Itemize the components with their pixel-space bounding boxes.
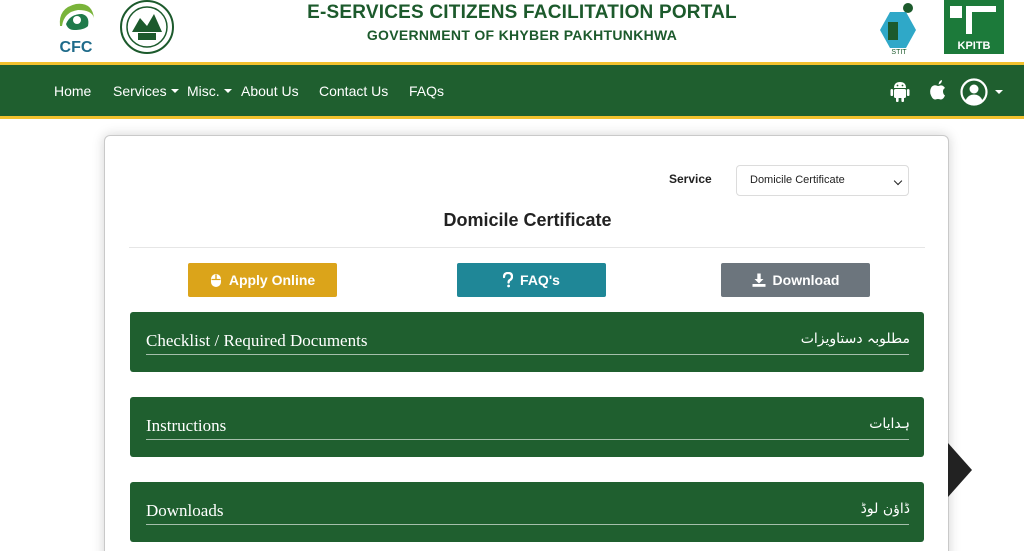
accordion-title: Instructions	[146, 416, 227, 435]
caret-down-icon	[223, 89, 232, 93]
accordion-instructions[interactable]: Instructions ہدایات	[130, 397, 924, 457]
svg-text:STIT: STIT	[891, 49, 907, 56]
nav-misc-dropdown[interactable]: Misc.	[187, 83, 232, 99]
nav-home[interactable]: Home	[54, 83, 91, 99]
accordion-checklist[interactable]: Checklist / Required Documents مطلوبہ دس…	[130, 312, 924, 372]
nav-services-dropdown[interactable]: Services	[113, 83, 179, 99]
main-navbar: Home Services Misc. About Us Contact Us …	[0, 62, 1024, 119]
android-icon[interactable]	[890, 80, 910, 102]
download-label: Download	[772, 272, 840, 288]
download-icon	[752, 273, 766, 287]
service-select-value: Domicile Certificate	[750, 174, 845, 186]
accordion-underline	[146, 524, 909, 525]
service-select[interactable]: Domicile Certificate	[736, 165, 909, 196]
faqs-label: FAQ's	[520, 272, 560, 288]
accordion-title: Downloads	[146, 501, 224, 520]
user-menu-caret-icon[interactable]	[995, 90, 1003, 94]
apple-icon[interactable]	[929, 79, 947, 101]
accordion-title-urdu: ڈاؤن لوڈ	[860, 501, 910, 517]
caret-down-icon	[170, 89, 179, 93]
apply-online-label: Apply Online	[228, 272, 316, 288]
divider	[129, 247, 925, 248]
nav-home-label: Home	[54, 83, 92, 99]
user-account-icon[interactable]	[960, 78, 988, 106]
download-button[interactable]: Download	[721, 263, 870, 297]
kpitb-logo: KPITB	[944, 0, 1004, 54]
mouse-icon	[210, 273, 221, 287]
svg-text:KPITB: KPITB	[958, 40, 991, 52]
nav-contact-us[interactable]: Contact Us	[319, 83, 388, 99]
header: CFC E-SERVICES CITIZENS FACILITATION POR…	[0, 0, 1024, 62]
nav-faqs-label: FAQs	[409, 83, 445, 99]
nav-faqs[interactable]: FAQs	[409, 83, 444, 99]
accordion-title-urdu: مطلوبہ دستاویزات	[800, 331, 910, 347]
apply-online-button[interactable]: Apply Online	[188, 263, 337, 297]
accordion-underline	[146, 439, 909, 440]
accordion-title: Checklist / Required Documents	[146, 331, 368, 350]
accordion-downloads[interactable]: Downloads ڈاؤن لوڈ	[130, 482, 924, 542]
page-title: Domicile Certificate	[443, 210, 612, 230]
question-mark-icon	[503, 272, 514, 288]
accordion-title-urdu: ہدایات	[869, 416, 910, 432]
stit-logo: STIT	[880, 3, 916, 56]
nav-misc-label: Misc.	[187, 83, 220, 99]
service-card: Service Domicile Certificate Domicile Ce…	[104, 135, 949, 551]
faqs-button[interactable]: FAQ's	[457, 263, 606, 297]
nav-about-label: About Us	[241, 83, 299, 99]
service-label: Service	[669, 172, 712, 186]
accordion-underline	[146, 354, 909, 355]
chevron-down-icon	[893, 176, 903, 186]
nav-about-us[interactable]: About Us	[241, 83, 299, 99]
nav-services-label: Services	[113, 83, 167, 99]
scroll-arrow-icon[interactable]	[948, 443, 972, 497]
nav-contact-label: Contact Us	[319, 83, 389, 99]
